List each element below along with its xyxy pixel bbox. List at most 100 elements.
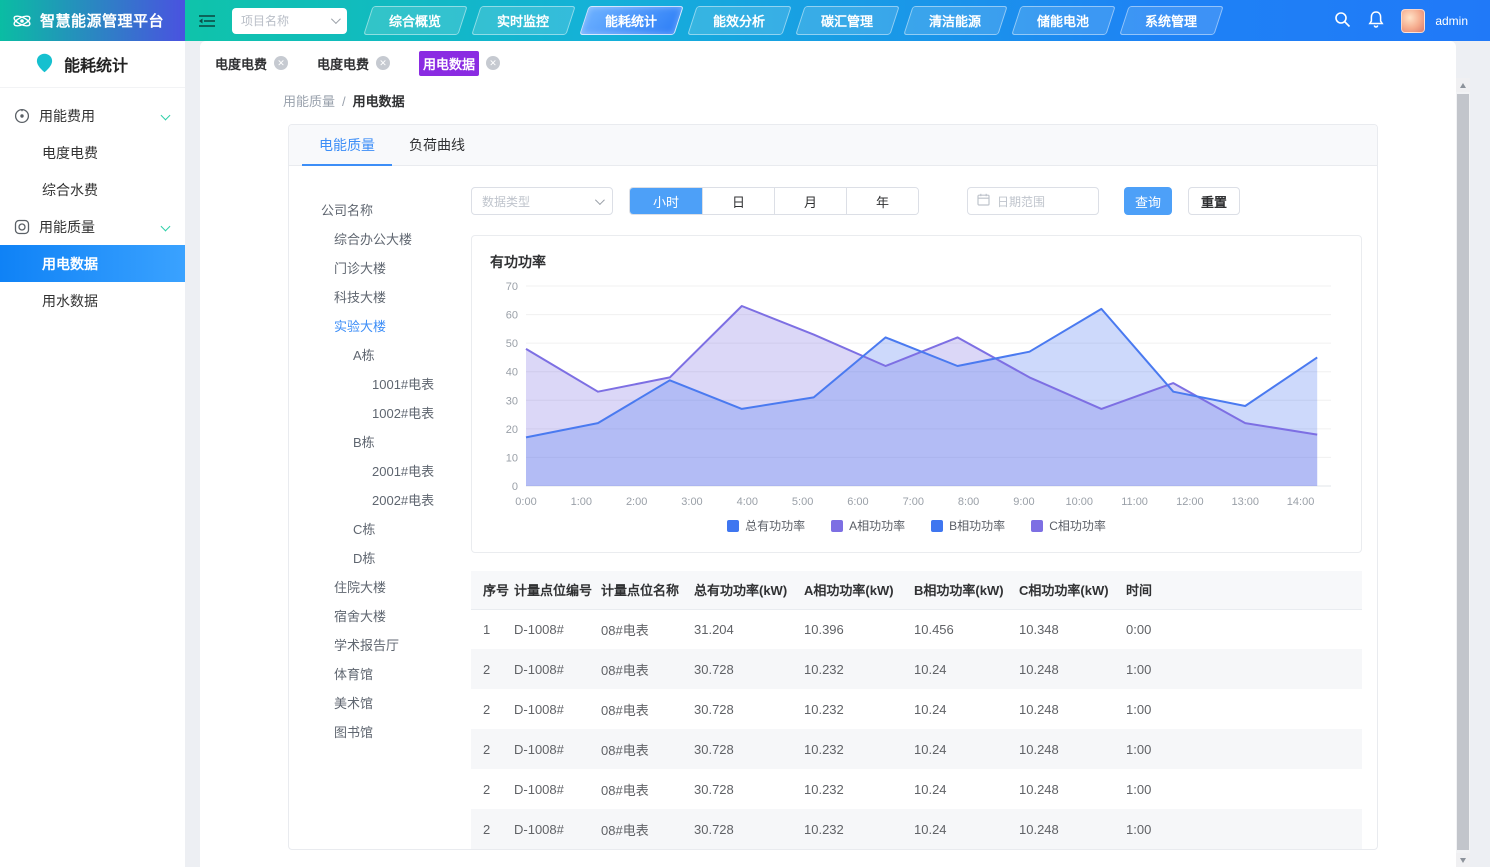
tree-node-13[interactable]: D栋 bbox=[321, 544, 471, 573]
period-button-4[interactable]: 年 bbox=[846, 188, 918, 214]
sidebar-item-4[interactable]: 用能质量 bbox=[0, 208, 185, 245]
table-cell: 10.348 bbox=[1019, 621, 1059, 637]
table-cell: 10.24 bbox=[914, 661, 947, 677]
search-icon[interactable] bbox=[1334, 11, 1351, 31]
data-type-select[interactable]: 数据类型 bbox=[471, 187, 613, 215]
table-header-row: 序号 计量点位编号 计量点位名称 总有功功率(kW) A相功功率(kW) B相功功率(kW… bbox=[471, 571, 1362, 610]
chart-title: 有功功率 bbox=[490, 254, 546, 270]
table-cell: 10.396 bbox=[804, 621, 844, 637]
tree-node-14[interactable]: 住院大楼 bbox=[321, 573, 471, 602]
svg-text:4:00: 4:00 bbox=[737, 496, 758, 508]
tree-node-15[interactable]: 宿舍大楼 bbox=[321, 602, 471, 631]
nav-tab-label: 碳汇管理 bbox=[821, 14, 874, 29]
tree-node-11[interactable]: 2002#电表 bbox=[321, 486, 471, 515]
svg-text:9:00: 9:00 bbox=[1013, 496, 1034, 508]
bell-icon[interactable] bbox=[1368, 10, 1384, 31]
table-cell: 10.248 bbox=[1019, 701, 1059, 717]
chart-legend: 总有功功率 A相功功率 B相功功率 C相功功率 bbox=[486, 517, 1347, 534]
tree-node-4[interactable]: 科技大楼 bbox=[321, 283, 471, 312]
card-tabs: 电能质量 负荷曲线 bbox=[289, 125, 1377, 166]
table-cell: 08#电表 bbox=[601, 622, 649, 638]
svg-text:10:00: 10:00 bbox=[1065, 496, 1093, 508]
sidebar-item-6[interactable]: 用水数据 bbox=[0, 282, 185, 319]
avatar[interactable] bbox=[1401, 8, 1426, 33]
nav-tab-7[interactable]: 储能电池 bbox=[1011, 6, 1116, 35]
date-range-input[interactable]: 日期范围 bbox=[967, 187, 1099, 215]
legend-item-2[interactable]: A相功功率 bbox=[831, 517, 905, 534]
table-row-5: 2 D-1008# 08#电表 30.728 10.232 10.24 10.248 1:00 bbox=[471, 769, 1362, 809]
table-cell: 10.248 bbox=[1019, 781, 1059, 797]
tree-node-19[interactable]: 图书馆 bbox=[321, 718, 471, 747]
svg-text:50: 50 bbox=[506, 338, 518, 350]
sidebar-item-3[interactable]: 综合水费 bbox=[0, 171, 185, 208]
nav-tab-5[interactable]: 碳汇管理 bbox=[795, 6, 900, 35]
scrollbar-thumb[interactable] bbox=[1457, 94, 1469, 850]
tree-node-17[interactable]: 体育馆 bbox=[321, 660, 471, 689]
legend-swatch bbox=[727, 519, 740, 532]
tree-node-18[interactable]: 美术馆 bbox=[321, 689, 471, 718]
nav-tab-label: 储能电池 bbox=[1037, 14, 1090, 29]
tree-node-3[interactable]: 门诊大楼 bbox=[321, 254, 471, 283]
sidebar-item-label: 综合水费 bbox=[42, 181, 98, 198]
query-button[interactable]: 查询 bbox=[1124, 187, 1172, 215]
svg-text:0:00: 0:00 bbox=[515, 496, 536, 508]
tab-load-curve-label: 负荷曲线 bbox=[409, 137, 465, 153]
close-icon[interactable]: ✕ bbox=[274, 56, 289, 70]
tab-load-curve[interactable]: 负荷曲线 bbox=[392, 125, 482, 165]
table-header-cell: 时间 bbox=[1126, 571, 1362, 610]
opened-tab-1[interactable]: 电度电费 ✕ bbox=[215, 54, 289, 73]
period-button-1[interactable]: 小时 bbox=[630, 188, 702, 214]
tree-node-1[interactable]: 公司名称 bbox=[321, 196, 471, 225]
opened-tab-3[interactable]: 用电数据 ✕ bbox=[419, 50, 501, 76]
nav-tab-6[interactable]: 清洁能源 bbox=[903, 6, 1008, 35]
tree-node-7[interactable]: 1001#电表 bbox=[321, 370, 471, 399]
project-select[interactable]: 项目名称 bbox=[232, 7, 347, 34]
nav-tab-4[interactable]: 能效分析 bbox=[687, 6, 792, 35]
nav-tab-1[interactable]: 综合概览 bbox=[363, 6, 468, 35]
svg-text:3:00: 3:00 bbox=[681, 496, 702, 508]
opened-tab-label: 电度电费 bbox=[215, 56, 268, 72]
period-button-2[interactable]: 日 bbox=[702, 188, 774, 214]
legend-item-4[interactable]: C相功功率 bbox=[1031, 517, 1106, 534]
table-cell: 10.24 bbox=[914, 741, 947, 757]
opened-tab-2[interactable]: 电度电费 ✕ bbox=[317, 54, 391, 73]
svg-text:60: 60 bbox=[506, 310, 518, 322]
sidebar-item-label: 用能费用 bbox=[39, 107, 95, 124]
tree-node-2[interactable]: 综合办公大楼 bbox=[321, 225, 471, 254]
scroll-up-arrow[interactable] bbox=[1456, 78, 1470, 92]
sidebar-item-5[interactable]: 用电数据 bbox=[0, 245, 185, 282]
close-icon[interactable]: ✕ bbox=[376, 56, 391, 70]
table-cell: 10.232 bbox=[804, 701, 844, 717]
calendar-icon bbox=[977, 193, 990, 209]
nav-tab-8[interactable]: 系统管理 bbox=[1119, 6, 1224, 35]
nav-tab-2[interactable]: 实时监控 bbox=[471, 6, 576, 35]
tree-node-8[interactable]: 1002#电表 bbox=[321, 399, 471, 428]
period-button-3[interactable]: 月 bbox=[774, 188, 846, 214]
sidebar: 能耗统计 用能费用 电度电费 综合水费 用能质量 用电数据 用水数据 bbox=[0, 41, 185, 867]
table-cell: 08#电表 bbox=[601, 702, 649, 718]
legend-item-1[interactable]: 总有功功率 bbox=[727, 517, 805, 534]
sidebar-item-2[interactable]: 电度电费 bbox=[0, 134, 185, 171]
breadcrumb-separator: / bbox=[342, 94, 346, 109]
tree-node-16[interactable]: 学术报告厅 bbox=[321, 631, 471, 660]
svg-text:8:00: 8:00 bbox=[958, 496, 979, 508]
breadcrumb: 用能质量 / 用电数据 bbox=[200, 85, 1456, 122]
nav-tab-3[interactable]: 能耗统计 bbox=[579, 6, 684, 35]
legend-item-3[interactable]: B相功功率 bbox=[931, 517, 1005, 534]
tree-node-12[interactable]: C栋 bbox=[321, 515, 471, 544]
table-cell: D-1008# bbox=[514, 701, 564, 717]
close-icon[interactable]: ✕ bbox=[486, 56, 501, 70]
tree-node-6[interactable]: A栋 bbox=[321, 341, 471, 370]
scroll-down-arrow[interactable] bbox=[1456, 853, 1470, 867]
tree-node-10[interactable]: 2001#电表 bbox=[321, 457, 471, 486]
vertical-scrollbar[interactable] bbox=[1456, 78, 1470, 867]
sidebar-item-1[interactable]: 用能费用 bbox=[0, 97, 185, 134]
nav-tab-label: 实时监控 bbox=[497, 14, 550, 29]
tab-power-quality[interactable]: 电能质量 bbox=[302, 125, 392, 166]
tree-node-5[interactable]: 实验大楼 bbox=[321, 312, 471, 341]
breadcrumb-parent: 用能质量 bbox=[283, 94, 336, 109]
collapse-menu-icon[interactable] bbox=[198, 14, 216, 28]
tree-node-9[interactable]: B栋 bbox=[321, 428, 471, 457]
reset-button[interactable]: 重置 bbox=[1188, 187, 1240, 215]
table-cell: 1:00 bbox=[1126, 781, 1152, 797]
